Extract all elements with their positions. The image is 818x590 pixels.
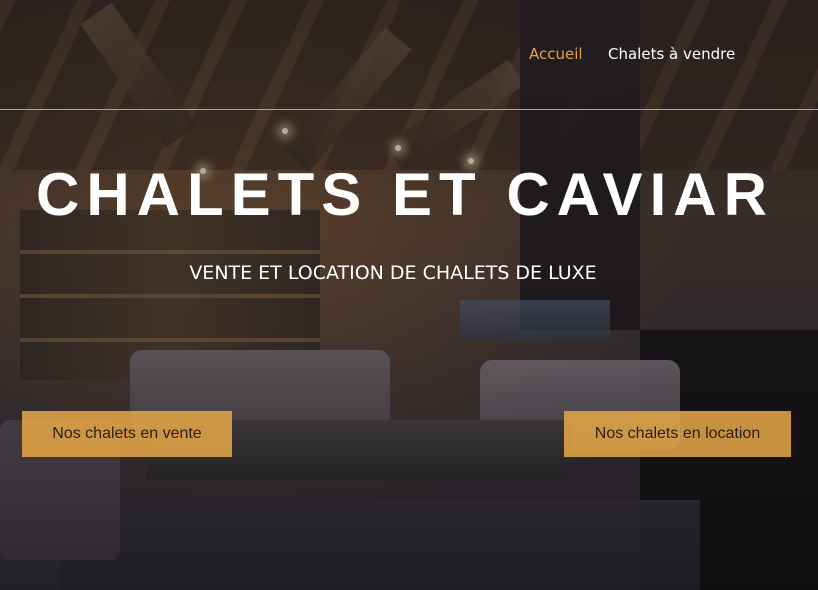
nav-link-accueil[interactable]: Accueil: [529, 45, 583, 63]
hero-section: Accueil Chalets à vendre CHALETS ET CAVI…: [0, 0, 818, 590]
page-title: CHALETS ET CAVIAR: [36, 161, 774, 228]
page-subtitle: VENTE ET LOCATION DE CHALETS DE LUXE: [189, 262, 597, 284]
nav-link-chalets-a-vendre[interactable]: Chalets à vendre: [608, 45, 735, 63]
main-nav: Accueil Chalets à vendre: [0, 0, 818, 110]
chalets-rent-button[interactable]: Nos chalets en location: [564, 411, 791, 457]
chalets-sale-button[interactable]: Nos chalets en vente: [22, 411, 232, 457]
